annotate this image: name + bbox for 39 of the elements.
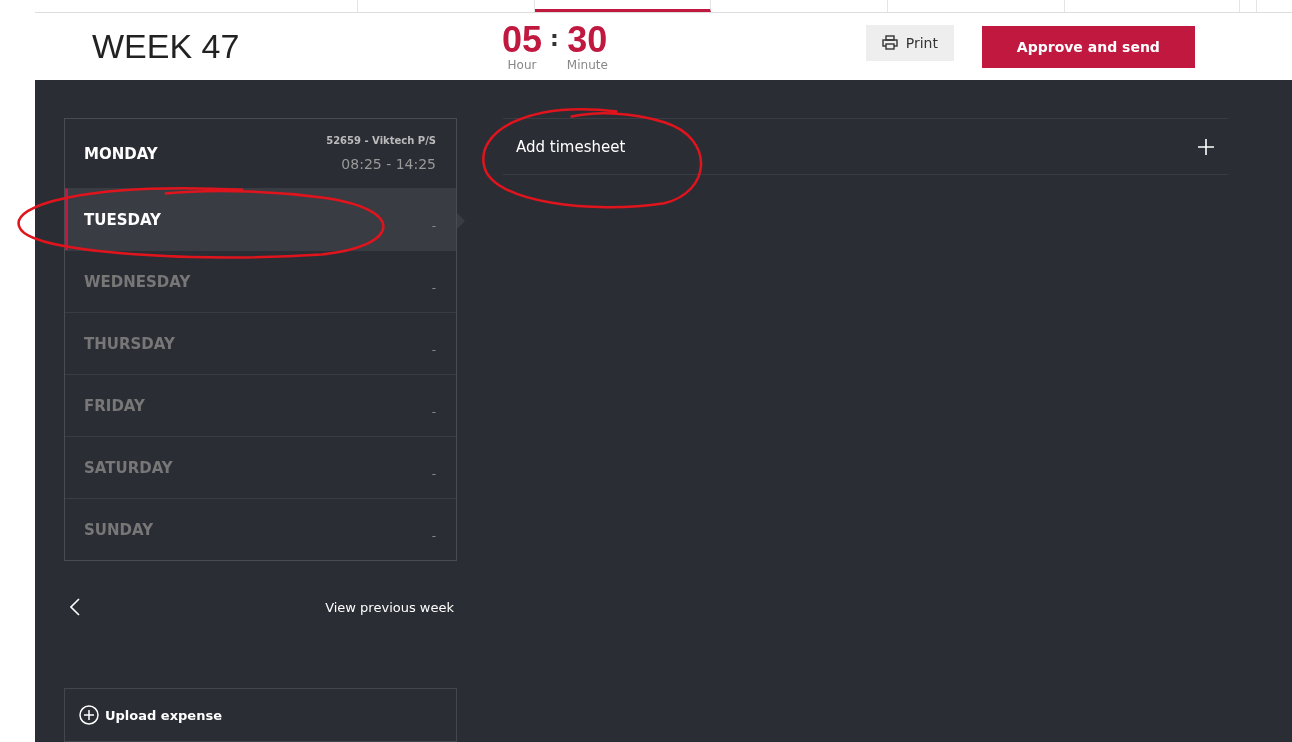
day-name: MONDAY [84,144,158,163]
day-name: SUNDAY [84,520,154,539]
pointer-icon [457,213,465,229]
plus-icon[interactable] [1198,138,1214,155]
time-range: - [431,218,436,233]
day-row[interactable]: SUNDAY - [65,498,456,560]
print-button[interactable]: Print [865,24,954,61]
time-range: - [431,466,436,481]
hours-value: 05 [502,21,543,58]
printer-icon [881,35,898,50]
time-separator: : [550,25,559,51]
day-row[interactable]: MONDAY 52659 - Viktech P/S 08:25 - 14:25 [65,119,456,188]
day-name: THURSDAY [84,334,175,353]
day-row[interactable]: WEDNESDAY - [65,250,456,312]
upload-expense-button[interactable]: Upload expense [64,688,457,742]
day-row[interactable]: THURSDAY - [65,312,456,374]
hours-label: Hour [507,57,537,72]
time-range: - [431,280,436,295]
time-range: - [431,404,436,419]
add-timesheet-label: Add timesheet [516,137,626,156]
add-timesheet-row[interactable]: Add timesheet [503,118,1228,175]
day-row[interactable]: SATURDAY - [65,436,456,498]
minutes-label: Minute [566,57,608,72]
day-name: FRIDAY [84,396,145,415]
time-range: - [431,528,436,543]
plus-circle-icon [79,705,99,725]
minutes-value: 30 [567,21,608,58]
time-range: 08:25 - 14:25 [341,156,436,172]
week-title: WEEK 47 [92,27,241,66]
day-row[interactable]: FRIDAY - [65,374,456,436]
time-range: - [431,342,436,357]
chevron-left-icon[interactable] [70,598,80,616]
approve-button[interactable]: Approve and send [981,25,1195,68]
previous-week-link[interactable]: View previous week [325,599,454,615]
day-name: TUESDAY [84,210,161,229]
day-name: WEDNESDAY [84,272,191,291]
tab[interactable] [535,0,711,12]
day-name: SATURDAY [84,458,173,477]
project-name: 52659 - Viktech P/S [326,135,436,146]
